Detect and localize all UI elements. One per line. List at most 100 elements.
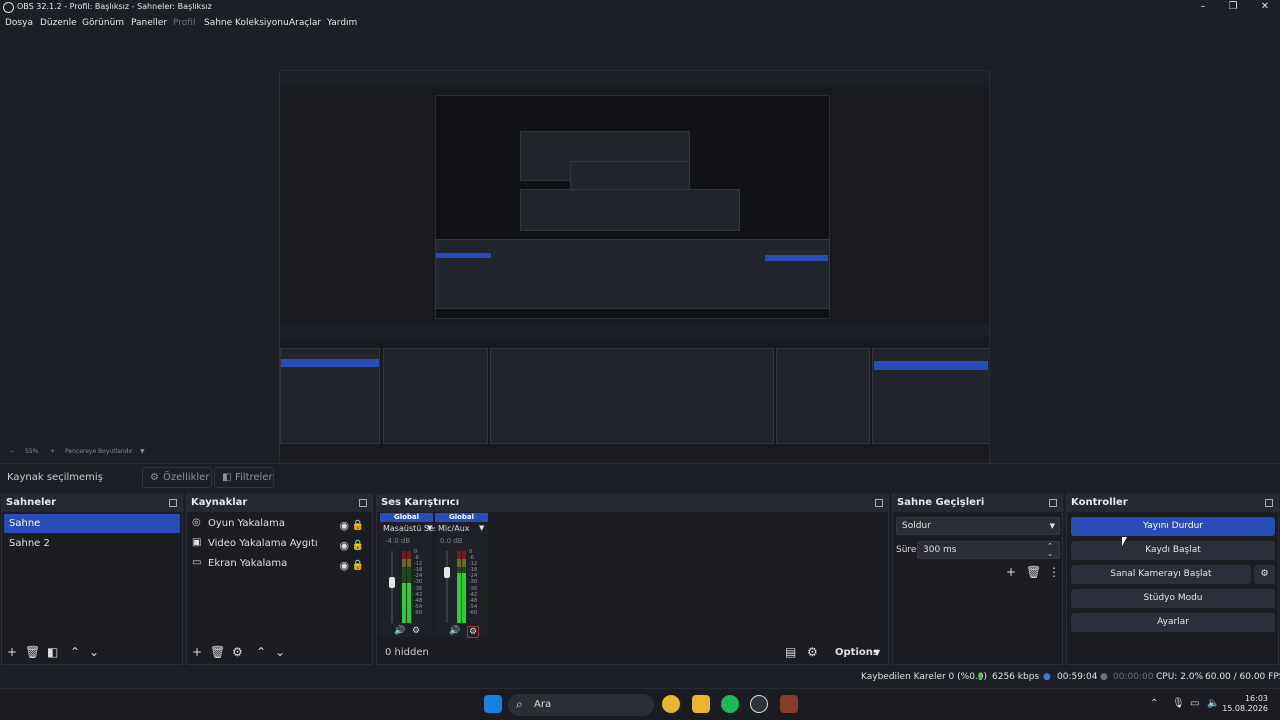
undock-icon[interactable] xyxy=(1265,499,1273,507)
filters-button[interactable]: ◧ Filtreler xyxy=(214,467,274,488)
title-bar: OBS 32.1.2 - Profil: Başlıksız - Sahnele… xyxy=(0,0,1280,16)
chevron-down-icon[interactable]: ⌄ xyxy=(1047,546,1053,562)
trash-icon[interactable]: 🗑 xyxy=(210,645,225,659)
transition-select[interactable]: Soldur ▼ xyxy=(896,517,1060,535)
zoom-bar: − 55% + Pencereye Boyutlandır ▼ xyxy=(0,447,1280,459)
lock-icon[interactable]: 🔒 xyxy=(352,556,364,575)
chrome-icon[interactable] xyxy=(662,695,680,713)
chevron-up-icon[interactable]: ⌃ xyxy=(1150,698,1158,709)
virtual-camera-button[interactable]: Sanal Kamerayı Başlat xyxy=(1071,565,1251,584)
settings-button[interactable]: Ayarlar xyxy=(1071,613,1275,632)
menu-edit[interactable]: Düzenle xyxy=(40,18,77,28)
add-icon[interactable]: + xyxy=(1006,565,1016,579)
file-explorer-icon[interactable] xyxy=(692,695,710,713)
trash-icon[interactable]: 🗑 xyxy=(1026,565,1041,579)
lock-icon[interactable]: 🔒 xyxy=(352,536,364,555)
speaker-icon[interactable]: 🔊 xyxy=(449,626,460,636)
mixer-header: Ses Karıştırıcı xyxy=(377,495,888,512)
stop-stream-button[interactable]: Yayını Durdur xyxy=(1071,517,1275,536)
move-up-icon[interactable]: ⌃ xyxy=(256,645,266,659)
audio-settings-icon[interactable]: ⚙ xyxy=(412,626,420,636)
maximize-button[interactable]: ❐ xyxy=(1218,0,1248,14)
no-source-label: Kaynak seçilmemiş xyxy=(7,472,103,483)
search-label: Ara xyxy=(534,699,552,710)
minimize-button[interactable]: – xyxy=(1188,0,1218,14)
volume-slider[interactable] xyxy=(446,551,448,623)
mixer-strip-desktop: Global Masaüstü Ses ▼ -4.0 dB 0 -6 -12 -18-… xyxy=(380,513,438,637)
move-down-icon[interactable]: ⌄ xyxy=(89,645,99,659)
undock-icon[interactable] xyxy=(359,499,367,507)
volume-icon[interactable]: 🔈 xyxy=(1207,698,1219,709)
volume-slider-knob[interactable] xyxy=(444,567,450,578)
source-item[interactable]: ◎ Oyun Yakalama ◉ 🔒 xyxy=(187,514,372,533)
properties-button[interactable]: ⚙ Özellikler xyxy=(142,467,212,488)
windows-start-icon[interactable] xyxy=(484,695,502,713)
menu-docks[interactable]: Paneller xyxy=(131,18,167,28)
controls-dock: Kontroller Yayını Durdur Kaydı Başlat Sa… xyxy=(1066,494,1279,665)
zoom-dropdown-icon[interactable]: ▼ xyxy=(140,448,145,455)
monitor-icon: ▭ xyxy=(192,557,202,568)
layout-icon[interactable]: ▤ xyxy=(785,645,796,659)
spotify-icon[interactable] xyxy=(721,695,739,713)
eye-icon[interactable]: ◉ xyxy=(339,516,349,535)
speaker-icon[interactable]: 🔊 xyxy=(394,626,405,636)
menu-profile[interactable]: Profil xyxy=(173,18,195,28)
menu-scene-collection[interactable]: Sahne Koleksiyonu xyxy=(204,18,289,28)
close-button[interactable]: ✕ xyxy=(1250,0,1280,14)
undock-icon[interactable] xyxy=(875,499,883,507)
hidden-count[interactable]: 0 hidden xyxy=(385,647,429,658)
stream-time: 00:59:04 xyxy=(1057,672,1098,682)
level-meter xyxy=(462,551,466,623)
zoom-out-button[interactable]: − xyxy=(9,448,14,455)
filter-icon[interactable]: ◧ xyxy=(47,645,58,659)
menu-file[interactable]: Dosya xyxy=(5,18,33,28)
meter-tick: -30 xyxy=(469,579,478,586)
options-button[interactable]: Options xyxy=(835,647,879,658)
clock[interactable]: 16:03 15.08.2026 xyxy=(1222,694,1268,714)
add-icon[interactable]: + xyxy=(7,645,17,659)
chevron-down-icon[interactable]: ▼ xyxy=(874,648,880,657)
undock-icon[interactable] xyxy=(1049,499,1057,507)
scene-item[interactable]: Sahne xyxy=(4,514,180,533)
scene-item[interactable]: Sahne 2 xyxy=(4,534,180,553)
menu-view[interactable]: Görünüm xyxy=(82,18,124,28)
microphone-icon[interactable]: 🎙 xyxy=(1172,698,1185,709)
studio-mode-button[interactable]: Stüdyo Modu xyxy=(1071,589,1275,608)
mixer-title: Ses Karıştırıcı xyxy=(381,497,460,508)
audio-settings-icon[interactable]: ⚙ xyxy=(467,626,480,638)
strip-name[interactable]: Mic/Aux xyxy=(438,524,470,533)
taskbar-search[interactable]: ⌕ Ara xyxy=(508,694,654,716)
meter-tick: -36 xyxy=(414,585,423,592)
source-item[interactable]: ▣ Video Yakalama Aygıtı ◉ 🔒 xyxy=(187,534,372,553)
move-down-icon[interactable]: ⌄ xyxy=(275,645,285,659)
menu-tools[interactable]: Araçlar xyxy=(289,18,321,28)
move-up-icon[interactable]: ⌃ xyxy=(70,645,80,659)
trash-icon[interactable]: 🗑 xyxy=(25,645,40,659)
source-item[interactable]: ▭ Ekran Yakalama ◉ 🔒 xyxy=(187,554,372,573)
gear-icon[interactable]: ⚙ xyxy=(807,645,818,659)
virtual-camera-settings-button[interactable]: ⚙ xyxy=(1254,565,1275,584)
source-label: Oyun Yakalama xyxy=(208,518,286,529)
zoom-mode[interactable]: Pencereye Boyutlandır xyxy=(65,448,133,455)
lock-icon[interactable]: 🔒 xyxy=(352,516,364,535)
duration-spinbox[interactable]: 300 ms ⌃ ⌄ xyxy=(917,541,1060,559)
sources-dock: Kaynaklar ◎ Oyun Yakalama ◉ 🔒 ▣ Video Ya… xyxy=(186,494,373,665)
zoom-in-button[interactable]: + xyxy=(50,448,55,455)
preview-canvas[interactable] xyxy=(0,32,1280,473)
more-icon[interactable]: ⋮ xyxy=(1048,565,1060,579)
start-record-button[interactable]: Kaydı Başlat xyxy=(1071,541,1275,560)
eye-icon[interactable]: ◉ xyxy=(339,536,349,555)
undock-icon[interactable] xyxy=(169,499,177,507)
eye-icon[interactable]: ◉ xyxy=(339,556,349,575)
dropdown-icon[interactable]: ▼ xyxy=(479,524,484,532)
menu-help[interactable]: Yardım xyxy=(327,18,357,28)
app-icon[interactable] xyxy=(780,695,798,713)
network-icon[interactable]: ▭ xyxy=(1190,698,1199,709)
add-icon[interactable]: + xyxy=(192,645,202,659)
dropdown-icon[interactable]: ▼ xyxy=(427,524,432,532)
controls-title: Kontroller xyxy=(1071,497,1128,508)
gear-icon[interactable]: ⚙ xyxy=(232,645,243,659)
volume-slider-knob[interactable] xyxy=(389,577,395,588)
zoom-value: 55% xyxy=(25,448,39,455)
obs-taskbar-icon[interactable] xyxy=(750,695,768,713)
